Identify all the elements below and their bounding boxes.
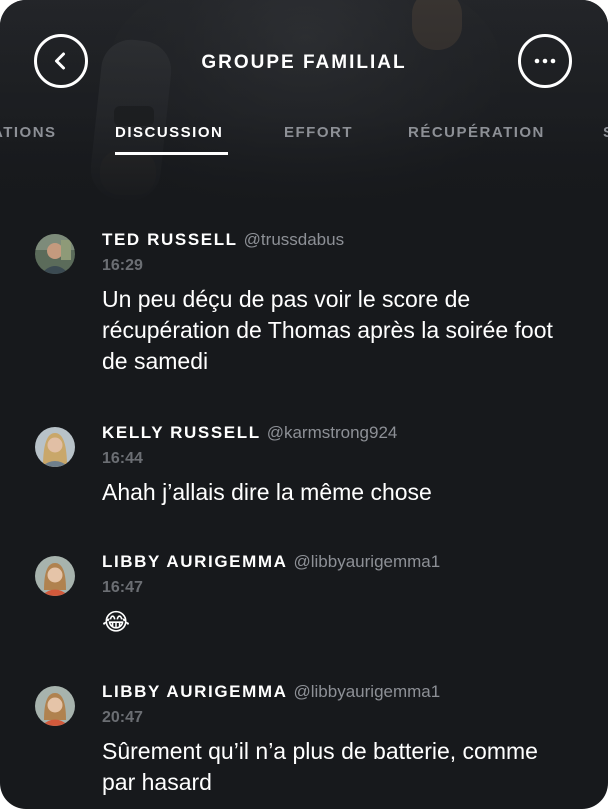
avatar-image <box>35 556 75 596</box>
author-handle[interactable]: @libbyaurigemma1 <box>294 682 441 701</box>
message-time: 16:47 <box>102 579 143 596</box>
message-text: Ahah j’allais dire la même chose <box>102 479 432 505</box>
avatar[interactable] <box>35 234 75 274</box>
photo-shade <box>0 0 608 210</box>
tab-recuperation[interactable]: RÉCUPÉRATION <box>408 124 545 141</box>
message-time: 20:47 <box>102 709 143 726</box>
more-button[interactable] <box>518 34 572 88</box>
avatar[interactable] <box>35 427 75 467</box>
author-name[interactable]: TED RUSSELL <box>102 230 238 249</box>
more-horizontal-icon <box>534 58 556 64</box>
message-text: Un peu déçu de pas voir le score de récu… <box>102 286 553 374</box>
message-emoji: 😂 <box>102 609 131 636</box>
author-line: LIBBY AURIGEMMA @libbyaurigemma1 <box>102 682 440 702</box>
author-line: TED RUSSELL @trussdabus <box>102 230 344 250</box>
author-line: KELLY RUSSELL @karmstrong924 <box>102 423 397 443</box>
tab-effort[interactable]: EFFORT <box>284 124 353 141</box>
message-time: 16:29 <box>102 257 143 274</box>
active-tab-indicator <box>115 152 228 155</box>
message-text: Sûrement qu’il n’a plus de batterie, com… <box>102 738 538 795</box>
author-name[interactable]: LIBBY AURIGEMMA <box>102 682 288 701</box>
message-time: 16:44 <box>102 450 143 467</box>
author-name[interactable]: KELLY RUSSELL <box>102 423 261 442</box>
avatar[interactable] <box>35 556 75 596</box>
tab-partial-left[interactable]: ATIONS <box>0 124 57 141</box>
avatar[interactable] <box>35 686 75 726</box>
author-line: LIBBY AURIGEMMA @libbyaurigemma1 <box>102 552 440 572</box>
author-handle[interactable]: @trussdabus <box>244 230 344 249</box>
tab-partial-right[interactable]: S <box>603 124 608 141</box>
avatar-image <box>35 234 75 274</box>
author-name[interactable]: LIBBY AURIGEMMA <box>102 552 288 571</box>
author-handle[interactable]: @karmstrong924 <box>267 423 398 442</box>
tab-bar: ATIONS DISCUSSION EFFORT RÉCUPÉRATION S <box>0 124 608 160</box>
app-screen: GROUPE FAMILIAL ATIONS DISCUSSION EFFORT… <box>0 0 608 809</box>
author-handle[interactable]: @libbyaurigemma1 <box>294 552 441 571</box>
tab-discussion[interactable]: DISCUSSION <box>115 124 223 141</box>
avatar-image <box>35 686 75 726</box>
page-title: GROUPE FAMILIAL <box>201 52 407 73</box>
avatar-image <box>35 427 75 467</box>
header-photo <box>0 0 608 210</box>
